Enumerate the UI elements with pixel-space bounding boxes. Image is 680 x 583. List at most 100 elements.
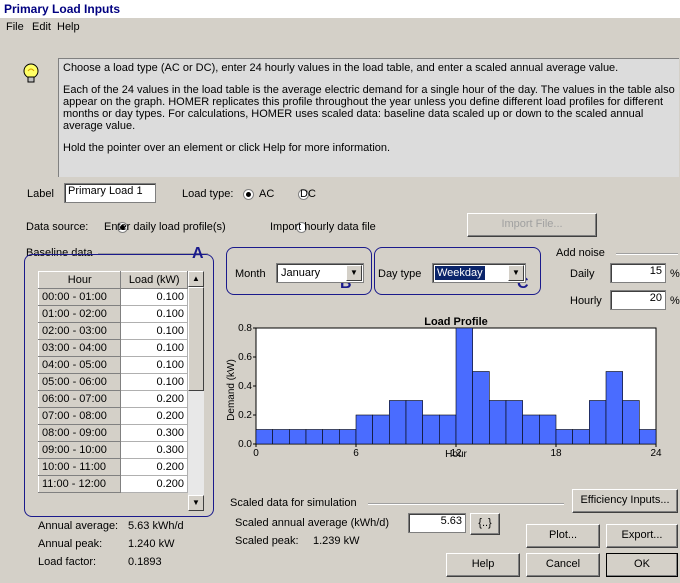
- load-factor-label: Load factor:: [38, 556, 97, 568]
- ok-button[interactable]: OK: [606, 553, 678, 577]
- load-cell[interactable]: 0.100: [120, 322, 188, 340]
- chevron-down-icon[interactable]: ▼: [508, 265, 524, 281]
- menu-file[interactable]: File: [6, 21, 24, 33]
- efficiency-inputs-button[interactable]: Efficiency Inputs...: [572, 489, 678, 513]
- cancel-button[interactable]: Cancel: [526, 553, 600, 577]
- scaled-divider: [368, 503, 564, 505]
- load-type-ac-label: AC: [259, 188, 275, 200]
- chart-bar: [622, 400, 640, 445]
- table-row[interactable]: 05:00 - 06:00 0.100: [38, 373, 188, 391]
- plot-button[interactable]: Plot...: [526, 524, 600, 548]
- scaled-average-input[interactable]: 5.63: [408, 513, 466, 533]
- chart-bar: [605, 371, 623, 445]
- data-source-import-label: Import hourly data file: [270, 221, 376, 233]
- title-bar: Primary Load Inputs: [0, 0, 680, 18]
- load-table-container: Hour Load (kW) 00:00 - 01:00 0.100 01:00 -…: [38, 271, 206, 513]
- day-type-select-value: Weekday: [435, 266, 485, 280]
- day-type-caption: Day type: [378, 268, 422, 280]
- noise-hourly-label: Hourly: [570, 295, 602, 307]
- scroll-thumb[interactable]: [188, 287, 204, 391]
- y-tick-label: 0.0: [238, 439, 252, 450]
- noise-hourly-input[interactable]: 20: [610, 290, 666, 310]
- scaled-peak-value: 1.239 kW: [313, 535, 360, 547]
- load-cell[interactable]: 0.100: [120, 288, 188, 306]
- table-row[interactable]: 03:00 - 04:00 0.100: [38, 339, 188, 357]
- load-cell[interactable]: 0.300: [120, 441, 188, 459]
- export-button[interactable]: Export...: [606, 524, 678, 548]
- help-button[interactable]: Help: [446, 553, 520, 577]
- y-tick-label: 0.2: [238, 410, 252, 421]
- chart-bar: [389, 400, 407, 445]
- hour-cell: 00:00 - 01:00: [38, 288, 122, 306]
- hour-cell: 11:00 - 12:00: [38, 475, 122, 493]
- annual-peak-label: Annual peak:: [38, 538, 103, 550]
- chart-bar: [472, 371, 490, 445]
- month-select[interactable]: January ▼: [276, 263, 364, 283]
- chart-bar: [305, 429, 323, 445]
- hour-cell: 05:00 - 06:00: [38, 373, 122, 391]
- table-row[interactable]: 02:00 - 03:00 0.100: [38, 322, 188, 340]
- load-type-caption: Load type:: [182, 188, 234, 200]
- chart-y-axis-label: Demand (kW): [226, 359, 237, 421]
- noise-daily-label: Daily: [570, 268, 595, 280]
- col-hour-header: Hour: [38, 271, 122, 289]
- menu-edit[interactable]: Edit: [32, 21, 51, 33]
- load-type-dc-label: DC: [300, 188, 316, 200]
- data-source-caption: Data source:: [26, 221, 89, 233]
- chart-bar: [539, 414, 557, 445]
- load-cell[interactable]: 0.100: [120, 339, 188, 357]
- annual-average-label: Annual average:: [38, 520, 119, 532]
- load-cell[interactable]: 0.200: [120, 407, 188, 425]
- x-tick-label: 6: [353, 448, 359, 459]
- label-input[interactable]: Primary Load 1: [64, 183, 156, 203]
- menu-help[interactable]: Help: [57, 21, 80, 33]
- load-cell[interactable]: 0.300: [120, 424, 188, 442]
- label-caption: Label: [27, 188, 54, 200]
- table-row[interactable]: 04:00 - 05:00 0.100: [38, 356, 188, 374]
- table-scrollbar[interactable]: ▲ ▼: [188, 271, 204, 511]
- hour-cell: 04:00 - 05:00: [38, 356, 122, 374]
- load-cell[interactable]: 0.200: [120, 390, 188, 408]
- import-file-button[interactable]: Import File...: [467, 213, 597, 237]
- load-table: Hour Load (kW) 00:00 - 01:00 0.100 01:00 -…: [38, 271, 188, 493]
- table-row[interactable]: 09:00 - 10:00 0.300: [38, 441, 188, 459]
- chart-bar: [255, 429, 273, 445]
- info-box: Choose a load type (AC or DC), enter 24 …: [58, 58, 679, 177]
- load-cell[interactable]: 0.100: [120, 356, 188, 374]
- load-cell[interactable]: 0.100: [120, 373, 188, 391]
- sensitivity-button[interactable]: {..}: [470, 513, 500, 535]
- load-cell[interactable]: 0.100: [120, 305, 188, 323]
- noise-divider: [616, 253, 678, 255]
- load-cell[interactable]: 0.200: [120, 458, 188, 476]
- day-type-select[interactable]: Weekday ▼: [432, 263, 526, 283]
- hour-cell: 09:00 - 10:00: [38, 441, 122, 459]
- chart-bar: [505, 400, 523, 445]
- x-tick-label: 24: [650, 448, 662, 459]
- load-cell[interactable]: 0.200: [120, 475, 188, 493]
- info-paragraph-3: Hold the pointer over an element or clic…: [63, 142, 391, 154]
- table-row[interactable]: 08:00 - 09:00 0.300: [38, 424, 188, 442]
- chart-bar: [405, 400, 423, 445]
- hour-cell: 02:00 - 03:00: [38, 322, 122, 340]
- hour-cell: 10:00 - 11:00: [38, 458, 122, 476]
- chart-bar: [589, 400, 607, 445]
- chart-bar: [272, 429, 290, 445]
- load-type-ac-radio[interactable]: [243, 188, 254, 200]
- hour-cell: 01:00 - 02:00: [38, 305, 122, 323]
- x-tick-label: 0: [253, 448, 259, 459]
- load-factor-value: 0.1893: [128, 556, 162, 568]
- scroll-down-button[interactable]: ▼: [188, 495, 204, 511]
- table-row[interactable]: 00:00 - 01:00 0.100: [38, 288, 188, 306]
- table-row[interactable]: 07:00 - 08:00 0.200: [38, 407, 188, 425]
- scroll-up-button[interactable]: ▲: [188, 271, 204, 287]
- table-row[interactable]: 11:00 - 12:00 0.200: [38, 475, 188, 493]
- noise-daily-input[interactable]: 15: [610, 263, 666, 283]
- chart-bar: [639, 429, 657, 445]
- chevron-down-icon[interactable]: ▼: [346, 265, 362, 281]
- table-row[interactable]: 06:00 - 07:00 0.200: [38, 390, 188, 408]
- table-row[interactable]: 01:00 - 02:00 0.100: [38, 305, 188, 323]
- annotation-label-a: A: [192, 245, 204, 262]
- scaled-peak-label: Scaled peak:: [235, 535, 299, 547]
- scaled-caption: Scaled data for simulation: [230, 497, 357, 509]
- table-row[interactable]: 10:00 - 11:00 0.200: [38, 458, 188, 476]
